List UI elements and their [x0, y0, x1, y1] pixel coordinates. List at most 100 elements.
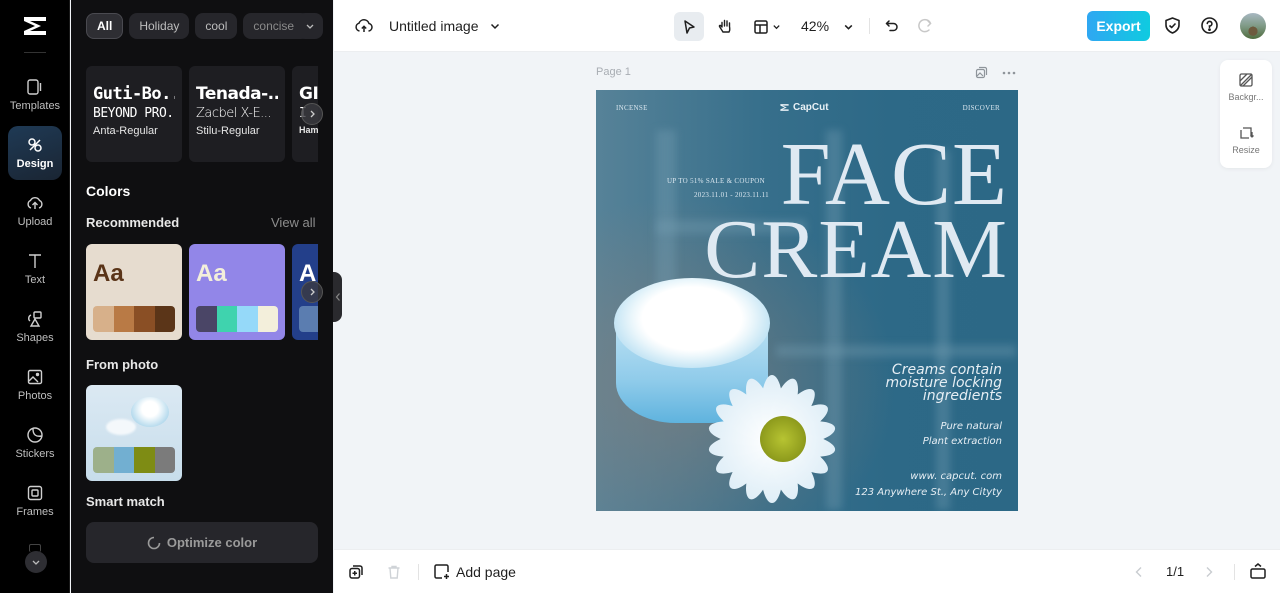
swatch: [257, 306, 278, 332]
swatch: [134, 447, 155, 473]
hand-icon: [718, 19, 731, 33]
select-tool-button[interactable]: [674, 12, 704, 41]
add-page-icon: [434, 564, 449, 579]
rail-item-label: Upload: [17, 216, 53, 228]
add-page-button[interactable]: Add page: [433, 563, 516, 580]
photo-palette-card[interactable]: [86, 385, 182, 481]
collapse-panel-handle[interactable]: [333, 272, 342, 322]
resize-tool-label: Resize: [1232, 145, 1260, 155]
chevron-right-icon: [310, 288, 315, 296]
redo-icon[interactable]: [917, 18, 933, 34]
artboard-brand-logo: CapCut: [779, 102, 829, 113]
jar-top: [614, 278, 770, 368]
window-shadow: [776, 345, 1016, 357]
bottom-divider: [418, 564, 419, 580]
rail-item-photos[interactable]: Photos: [8, 358, 62, 412]
palette-swatches: [93, 306, 175, 332]
next-page-icon[interactable]: [1204, 566, 1214, 578]
prev-page-icon[interactable]: [1134, 566, 1144, 578]
add-page-label: Add page: [456, 563, 516, 580]
user-avatar[interactable]: [1240, 13, 1266, 39]
rail-item-label: Frames: [16, 506, 54, 518]
chevron-down-icon: [32, 560, 40, 565]
chip-all[interactable]: All: [86, 13, 124, 39]
document-title[interactable]: Untitled image: [389, 18, 479, 34]
chip-holiday[interactable]: Holiday: [129, 13, 190, 39]
undo-icon[interactable]: [884, 18, 900, 34]
rail-item-text[interactable]: Text: [8, 242, 62, 296]
artboard-top-right-text: DISCOVER: [962, 104, 1000, 112]
from-photo-label: From photo: [86, 357, 159, 372]
pointer-icon: [684, 19, 695, 34]
duplicate-page-icon[interactable]: [975, 66, 988, 79]
resize-tool-button[interactable]: Resize: [1220, 125, 1272, 155]
capcut-logo-icon[interactable]: [21, 14, 49, 38]
photo-thumbnail-jar: [131, 397, 169, 427]
address-text: 123 Anywhere St., Any Cityty: [855, 487, 1002, 498]
text-icon: [29, 254, 41, 268]
swatch: [154, 447, 175, 473]
rail-item-label: Stickers: [15, 448, 55, 460]
font-combo-card[interactable]: Tenada-... Zacbel X-E... Stilu-Regular: [189, 66, 285, 162]
palette-swatches: [93, 447, 175, 473]
page-actions: [975, 66, 1016, 79]
layout-dropdown-button[interactable]: [749, 12, 785, 41]
background-tool-label: Backgr...: [1228, 92, 1264, 102]
palettes-next-button[interactable]: [301, 281, 323, 303]
cloud-sync-icon[interactable]: [354, 16, 374, 36]
title-dropdown-chevron-icon[interactable]: [489, 20, 501, 32]
palette-card[interactable]: Aa: [86, 244, 182, 340]
chips-expand-button[interactable]: [297, 13, 323, 39]
artboard-brand-name: CapCut: [793, 102, 829, 113]
swatch: [216, 306, 237, 332]
rail-more-button[interactable]: [25, 551, 47, 573]
design-panel: All Holiday cool concise Guti-Bo... BEYO…: [71, 0, 333, 593]
palette-swatches: [196, 306, 278, 332]
palette-card[interactable]: Aa: [189, 244, 285, 340]
font-combo-body: Stilu-Regular: [196, 125, 260, 137]
filter-chips: All Holiday cool concise: [86, 13, 310, 39]
export-button[interactable]: Export: [1087, 11, 1150, 41]
more-options-icon[interactable]: [1002, 71, 1016, 75]
fonts-next-button[interactable]: [301, 103, 323, 125]
font-combo-body: Ham: [299, 125, 318, 135]
shield-check-icon[interactable]: [1163, 16, 1182, 35]
artboard-dates-text: 2023.11.01 - 2023.11.11: [694, 191, 769, 199]
hand-tool-button[interactable]: [714, 12, 736, 41]
font-combo-heading: GI: [299, 84, 318, 104]
zoom-level[interactable]: 42%: [801, 18, 829, 34]
page-manager-icon[interactable]: [1249, 562, 1267, 580]
background-tool-button[interactable]: Backgr...: [1220, 72, 1272, 102]
background-icon: [1239, 73, 1253, 87]
rail-item-templates[interactable]: Templates: [8, 68, 62, 122]
artboard-top-left-text: INCENSE: [616, 104, 648, 112]
rail-item-stickers[interactable]: Stickers: [8, 416, 62, 470]
rail-item-shapes[interactable]: Shapes: [8, 300, 62, 354]
capcut-logo-icon: [780, 104, 789, 111]
upload-icon: [27, 197, 43, 209]
font-combo-subheading: BEYOND PRO...: [93, 106, 175, 121]
rail-item-frames[interactable]: Frames: [8, 474, 62, 528]
font-combo-subheading: Zacbel X-E...: [196, 106, 272, 121]
tagline-line: ingredients: [922, 388, 1002, 404]
layout-icon: [754, 19, 768, 34]
palette-sample-text: Aa: [196, 260, 227, 287]
rail-item-label: Design: [16, 158, 54, 170]
rail-item-label: Shapes: [16, 332, 54, 344]
artboard-sale-text: UP TO 51% SALE & COUPON: [667, 177, 765, 185]
help-icon[interactable]: [1200, 16, 1219, 35]
chevron-right-icon: [310, 110, 315, 118]
zoom-dropdown-chevron-icon[interactable]: [843, 21, 854, 32]
shapes-icon: [28, 311, 42, 327]
optimize-color-button[interactable]: Optimize color: [86, 522, 318, 563]
duplicate-page-icon[interactable]: [348, 564, 364, 580]
artboard-page-1[interactable]: INCENSE CapCut DISCOVER UP TO 51% SALE &…: [596, 90, 1018, 511]
rail-item-design[interactable]: Design: [8, 126, 62, 180]
view-all-link[interactable]: View all: [271, 215, 316, 230]
rail-item-upload[interactable]: Upload: [8, 184, 62, 238]
delete-page-icon[interactable]: [386, 564, 402, 580]
design-icon: [28, 138, 42, 152]
rail-item-label: Templates: [9, 100, 61, 112]
chip-cool[interactable]: cool: [195, 13, 238, 39]
font-combo-card[interactable]: Guti-Bo... BEYOND PRO... Anta-Regular: [86, 66, 182, 162]
